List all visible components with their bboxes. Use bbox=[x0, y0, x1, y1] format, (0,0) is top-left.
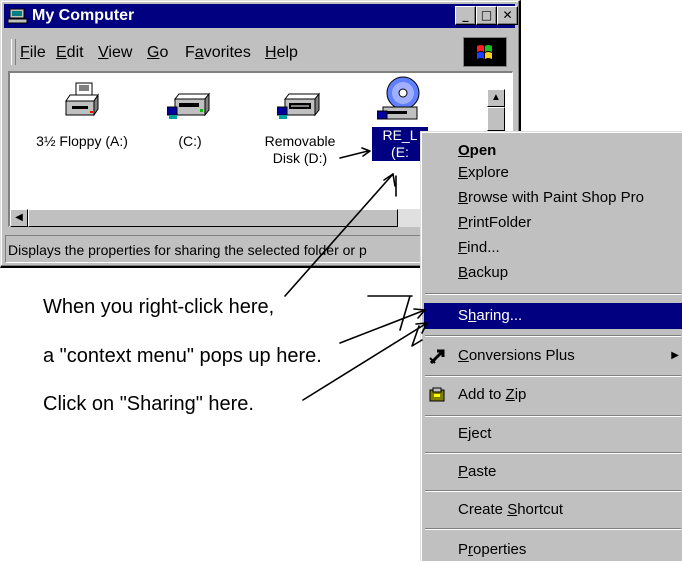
arrow-to-context-menu bbox=[367, 295, 413, 331]
arrow-to-sharing bbox=[302, 322, 428, 401]
arrow-to-cd-drive bbox=[284, 173, 394, 297]
annotation-arrows bbox=[284, 147, 428, 401]
